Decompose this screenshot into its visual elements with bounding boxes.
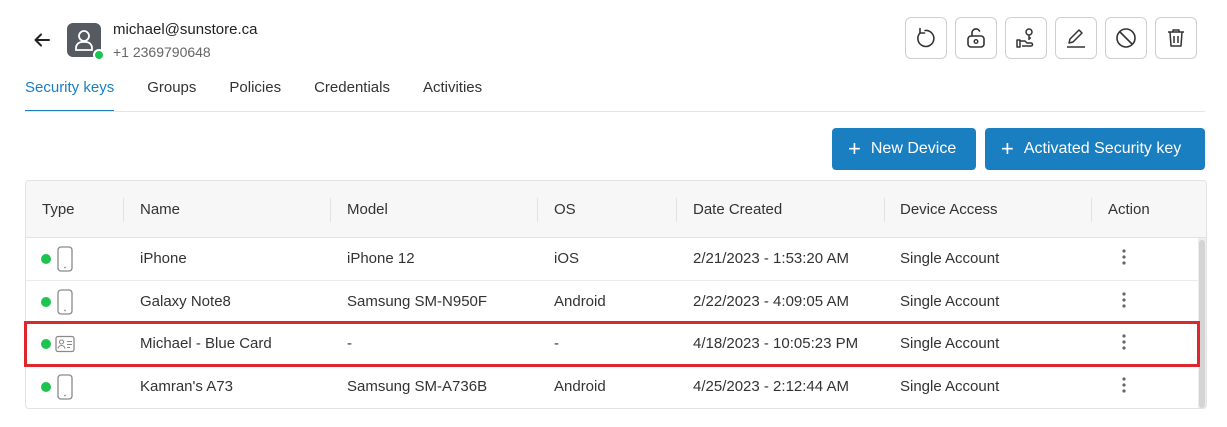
reset-icon	[917, 27, 935, 48]
type-cell	[41, 366, 75, 408]
activated-security-key-label: Activated Security key	[1023, 140, 1182, 157]
edit-icon	[1067, 29, 1085, 48]
reset-button[interactable]	[905, 17, 947, 59]
back-button[interactable]	[30, 28, 54, 52]
device-model: iPhone 12	[347, 250, 415, 267]
phone-icon	[57, 288, 73, 315]
column-header-action: Action	[1108, 201, 1150, 218]
status-dot	[41, 254, 51, 264]
new-device-button[interactable]: + New Device	[832, 128, 976, 170]
column-separator	[123, 198, 124, 222]
device-model: Samsung SM-A736B	[347, 377, 488, 395]
row-actions-button[interactable]	[1116, 366, 1132, 408]
hand-key-icon	[1016, 28, 1034, 48]
device-name: iPhone	[140, 250, 187, 267]
device-access: Single Account	[900, 292, 1000, 310]
column-separator	[676, 198, 677, 222]
plus-icon: +	[1001, 136, 1014, 161]
device-access: Single Account	[900, 335, 1000, 352]
table-scrollbar-thumb[interactable]	[1199, 240, 1205, 408]
column-header-date-created: Date Created	[693, 201, 783, 218]
device-name: Galaxy Note8	[140, 292, 231, 310]
delete-button[interactable]	[1155, 17, 1197, 59]
tab-activities[interactable]: Activities	[423, 78, 482, 112]
table-row[interactable]: iPhone iPhone 12 iOS 2/21/2023 - 1:53:20…	[26, 238, 1206, 281]
table-body: iPhone iPhone 12 iOS 2/21/2023 - 1:53:20…	[26, 238, 1206, 408]
table-row[interactable]: Kamran's A73 Samsung SM-A736B Android 4/…	[26, 366, 1206, 409]
phone-icon	[57, 246, 73, 272]
device-access: Single Account	[900, 250, 1000, 267]
status-dot	[41, 339, 51, 349]
plus-icon: +	[848, 136, 861, 161]
kebab-menu-icon	[1122, 334, 1126, 350]
tab-policies[interactable]: Policies	[229, 78, 281, 112]
row-actions-button[interactable]	[1116, 238, 1132, 280]
column-separator	[1091, 198, 1092, 222]
status-dot	[41, 381, 51, 392]
kebab-menu-icon	[1122, 249, 1126, 265]
type-cell	[41, 281, 75, 323]
device-access: Single Account	[900, 377, 1000, 395]
row-actions-button[interactable]	[1116, 281, 1132, 323]
device-os: Android	[554, 377, 606, 395]
tabs-divider	[25, 111, 1205, 112]
device-name: Michael - Blue Card	[140, 335, 272, 352]
device-date-created: 2/21/2023 - 1:53:20 AM	[693, 250, 849, 267]
block-button[interactable]	[1105, 17, 1147, 59]
unlock-icon	[967, 28, 985, 48]
column-separator	[537, 198, 538, 222]
tab-credentials[interactable]: Credentials	[314, 78, 390, 112]
tab-security-keys[interactable]: Security keys	[25, 78, 115, 112]
security-keys-table: Type Name Model OS Date Created Device A…	[25, 180, 1207, 409]
user-icon	[75, 30, 93, 51]
tab-groups[interactable]: Groups	[147, 78, 196, 112]
column-header-os: OS	[554, 201, 576, 218]
column-separator	[884, 198, 885, 222]
column-header-device-access: Device Access	[900, 201, 998, 218]
tab-bar: Security keys Groups Policies Credential…	[25, 78, 515, 112]
type-cell	[41, 323, 75, 365]
table-row[interactable]: Michael - Blue Card - - 4/18/2023 - 10:0…	[26, 323, 1206, 366]
device-os: -	[554, 335, 559, 352]
row-actions-button[interactable]	[1116, 323, 1132, 365]
user-email: michael@sunstore.ca	[113, 21, 258, 38]
table-row[interactable]: Galaxy Note8 Samsung SM-N950F Android 2/…	[26, 281, 1206, 323]
status-dot	[41, 296, 51, 307]
user-phone: +1 2369790648	[113, 44, 211, 60]
kebab-menu-icon	[1122, 376, 1126, 393]
user-header: michael@sunstore.ca +1 2369790648	[0, 0, 1227, 70]
column-header-model: Model	[347, 201, 388, 218]
activated-security-key-button[interactable]: + Activated Security key	[985, 128, 1205, 170]
hand-key-button[interactable]	[1005, 17, 1047, 59]
online-status-dot	[93, 49, 105, 61]
device-date-created: 4/18/2023 - 10:05:23 PM	[693, 335, 859, 352]
header-actions	[905, 17, 1197, 59]
delete-icon	[1168, 29, 1184, 47]
device-os: Android	[554, 292, 606, 310]
kebab-menu-icon	[1122, 291, 1126, 308]
block-icon	[1116, 28, 1136, 48]
device-model: Samsung SM-N950F	[347, 292, 488, 310]
arrow-left-icon	[34, 33, 50, 47]
device-model: -	[347, 335, 352, 352]
table-header: Type Name Model OS Date Created Device A…	[26, 181, 1206, 238]
device-date-created: 2/22/2023 - 4:09:05 AM	[693, 292, 849, 310]
new-device-label: New Device	[870, 140, 957, 157]
column-header-type: Type	[42, 201, 75, 218]
device-date-created: 4/25/2023 - 2:12:44 AM	[693, 377, 849, 395]
edit-button[interactable]	[1055, 17, 1097, 59]
id-card-icon	[55, 335, 75, 353]
unlock-button[interactable]	[955, 17, 997, 59]
avatar	[67, 23, 105, 61]
device-os: iOS	[554, 250, 580, 267]
column-separator	[330, 198, 331, 222]
phone-icon	[57, 373, 73, 400]
device-name: Kamran's A73	[140, 377, 233, 395]
type-cell	[41, 238, 75, 280]
column-header-name: Name	[140, 201, 181, 218]
